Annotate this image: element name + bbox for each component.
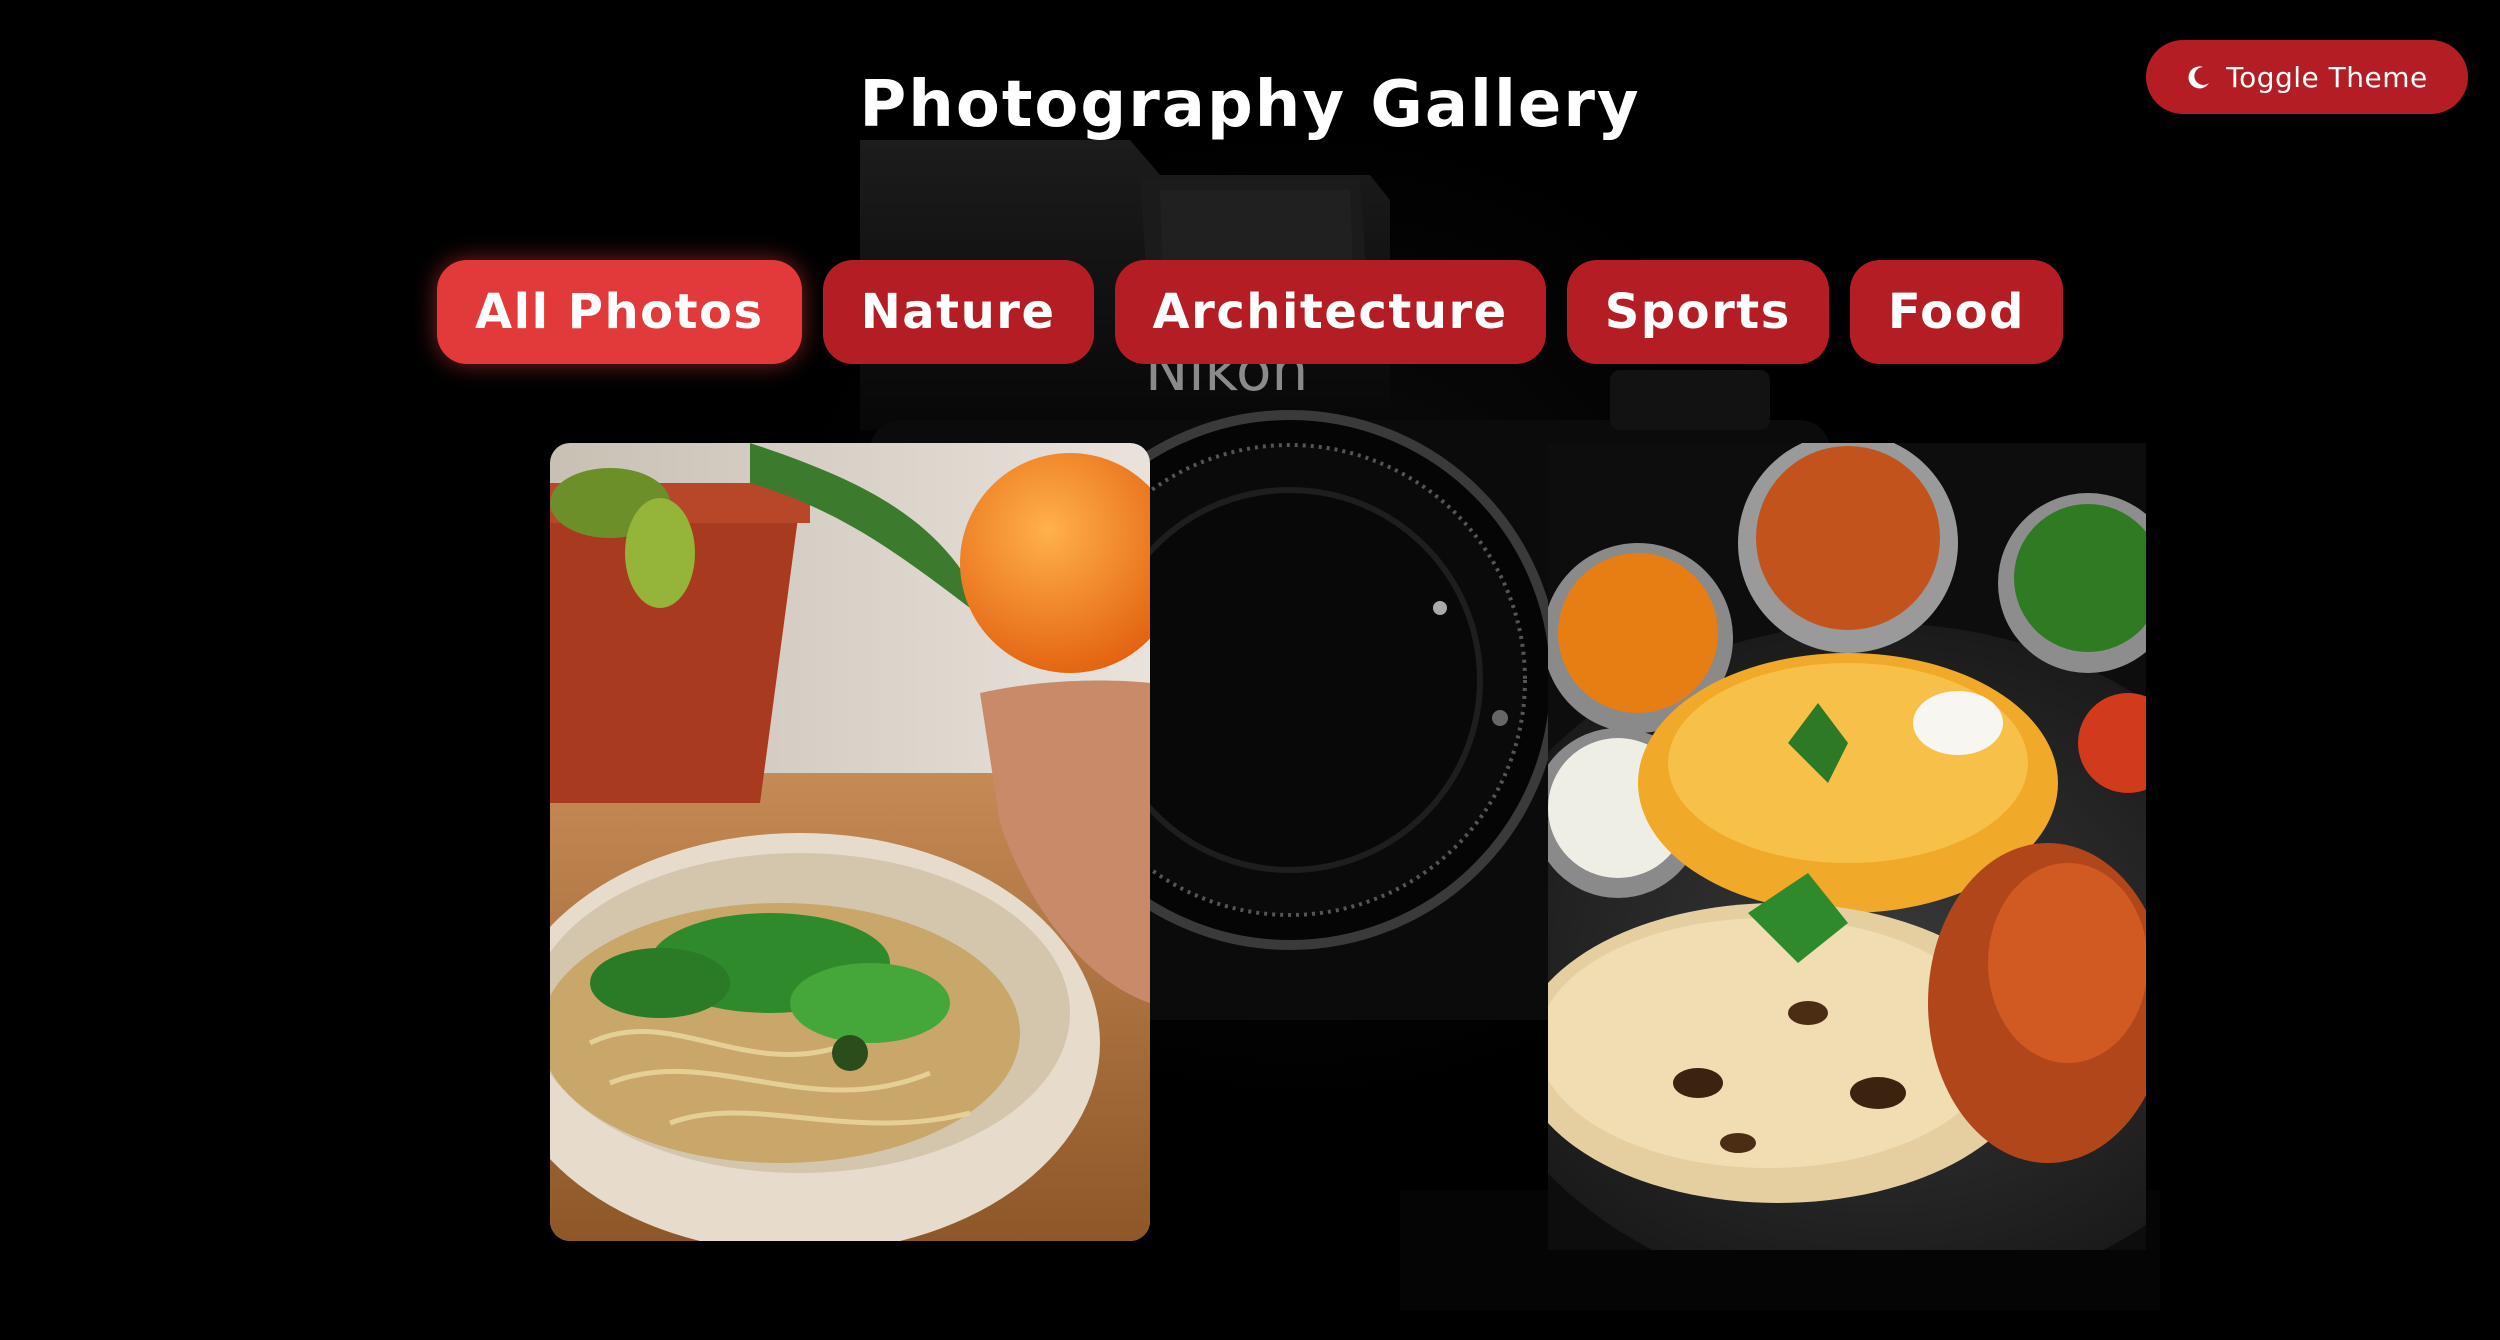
gallery-photo-indian-thali[interactable] xyxy=(1548,443,2146,1250)
indian-thali-photo xyxy=(1548,443,2146,1250)
gallery-photo-noodle-bowl[interactable] xyxy=(550,443,1150,1241)
category-filter-bar: All Photos Nature Architecture Sports Fo… xyxy=(0,260,2500,364)
filter-food-button[interactable]: Food xyxy=(1849,260,2063,364)
filter-sports-button[interactable]: Sports xyxy=(1566,260,1829,364)
filter-nature-button[interactable]: Nature xyxy=(822,260,1094,364)
filter-all-photos-button[interactable]: All Photos xyxy=(437,260,802,364)
page-title: Photography Gallery xyxy=(859,68,1641,142)
noodle-bowl-photo xyxy=(550,443,1150,1241)
filter-architecture-button[interactable]: Architecture xyxy=(1114,260,1546,364)
